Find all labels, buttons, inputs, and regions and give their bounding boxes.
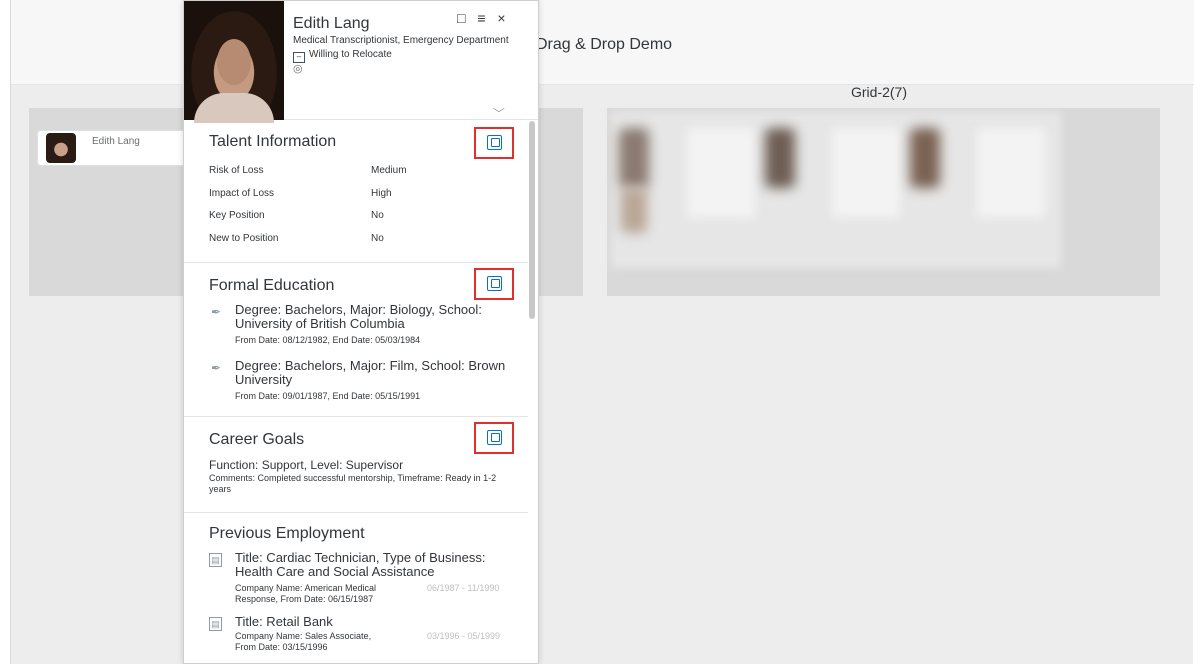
field-label: Key Position: [209, 210, 265, 221]
blurred-card: [902, 118, 970, 238]
section-title: Previous Employment: [209, 525, 365, 542]
open-talent-button[interactable]: [474, 127, 514, 159]
employment-from-date: Response, From Date: 06/15/1987: [235, 594, 374, 604]
grid-2[interactable]: [607, 108, 1160, 296]
external-link-icon: [487, 430, 502, 445]
avatar: [46, 133, 76, 163]
building-icon: ▤: [209, 553, 222, 567]
employment-dates: 03/1996 - 05/1999: [427, 631, 501, 641]
globe-person-icon: ◎: [293, 63, 303, 75]
employee-name: Edith Lang: [293, 15, 370, 32]
field-value: High: [371, 188, 392, 199]
section-career-goals: Career Goals Function: Support, Level: S…: [184, 417, 528, 513]
graduation-icon: ✒: [211, 305, 222, 319]
external-link-icon: [487, 135, 502, 150]
chevron-down-icon[interactable]: ⌵: [493, 104, 505, 115]
section-talent-information: Talent Information Risk of Loss Medium I…: [184, 121, 528, 263]
person-card[interactable]: Edith Lang: [37, 130, 187, 166]
field-label: Risk of Loss: [209, 165, 264, 176]
employment-title: Title: Retail Bank: [235, 614, 333, 629]
graduation-icon: ✒: [211, 361, 222, 375]
blurred-card: [832, 128, 900, 218]
field-value: No: [371, 233, 384, 244]
scrollbar[interactable]: [529, 121, 535, 319]
section-title: Career Goals: [209, 431, 305, 448]
section-previous-employment: Previous Employment ▤ Title: Cardiac Tec…: [184, 513, 528, 663]
sidebar-toggle-icon[interactable]: □: [457, 10, 469, 26]
close-icon[interactable]: ×: [497, 10, 509, 26]
education-degree: Degree: Bachelors, Major: Film, School: …: [235, 358, 506, 387]
section-title: Formal Education: [209, 277, 335, 294]
education-dates: From Date: 08/12/1982, End Date: 05/03/1…: [235, 335, 421, 345]
field-value: Medium: [371, 165, 407, 176]
blurred-card: [757, 118, 825, 238]
employment-title: Title: Cardiac Technician, Type of Busin…: [235, 550, 486, 579]
education-dates: From Date: 09/01/1987, End Date: 05/15/1…: [235, 391, 421, 401]
relocate-label: Willing to Relocate: [309, 49, 392, 60]
career-comments: Comments: Completed successful mentorshi…: [209, 473, 497, 494]
section-title: Talent Information: [209, 133, 337, 150]
blurred-card: [977, 128, 1045, 218]
blurred-card: [611, 118, 679, 238]
quickcard-header: Edith Lang Medical Transcriptionist, Eme…: [184, 1, 538, 123]
employee-title: Medical Transcriptionist, Emergency Depa…: [293, 35, 509, 46]
field-label: Impact of Loss: [209, 188, 275, 199]
open-career-button[interactable]: [474, 422, 514, 454]
external-link-icon: [487, 276, 502, 291]
employment-dates: 06/1987 - 11/1990: [427, 583, 500, 593]
person-card-name: Edith Lang: [92, 136, 140, 147]
education-degree: Degree: Bachelors, Major: Biology, Schoo…: [235, 302, 482, 331]
building-icon: ▤: [209, 617, 222, 631]
blurred-card: [687, 128, 755, 218]
field-value: No: [371, 210, 384, 221]
open-education-button[interactable]: [474, 268, 514, 300]
career-goal: Function: Support, Level: Supervisor: [209, 458, 404, 472]
profile-photo: [184, 1, 284, 123]
section-formal-education: Formal Education ✒ Degree: Bachelors, Ma…: [184, 263, 528, 417]
quickcard-panel: Edith Lang Medical Transcriptionist, Eme…: [183, 0, 539, 664]
quickcard-content[interactable]: Talent Information Risk of Loss Medium I…: [184, 121, 538, 663]
field-label: New to Position: [209, 233, 279, 244]
employment-from-date: From Date: 03/15/1996: [235, 642, 328, 652]
employment-company: Company Name: Sales Associate,: [235, 631, 372, 641]
menu-icon[interactable]: ≡: [477, 10, 489, 26]
header-toolbar: □ ≡ ×: [457, 10, 510, 26]
grid-2-title: Grid-2(7): [851, 84, 908, 100]
employment-company: Company Name: American Medical: [235, 583, 377, 593]
app-title: Drag & Drop Demo: [536, 36, 673, 53]
relocate-status: ‒ Willing to Relocate: [293, 49, 392, 63]
